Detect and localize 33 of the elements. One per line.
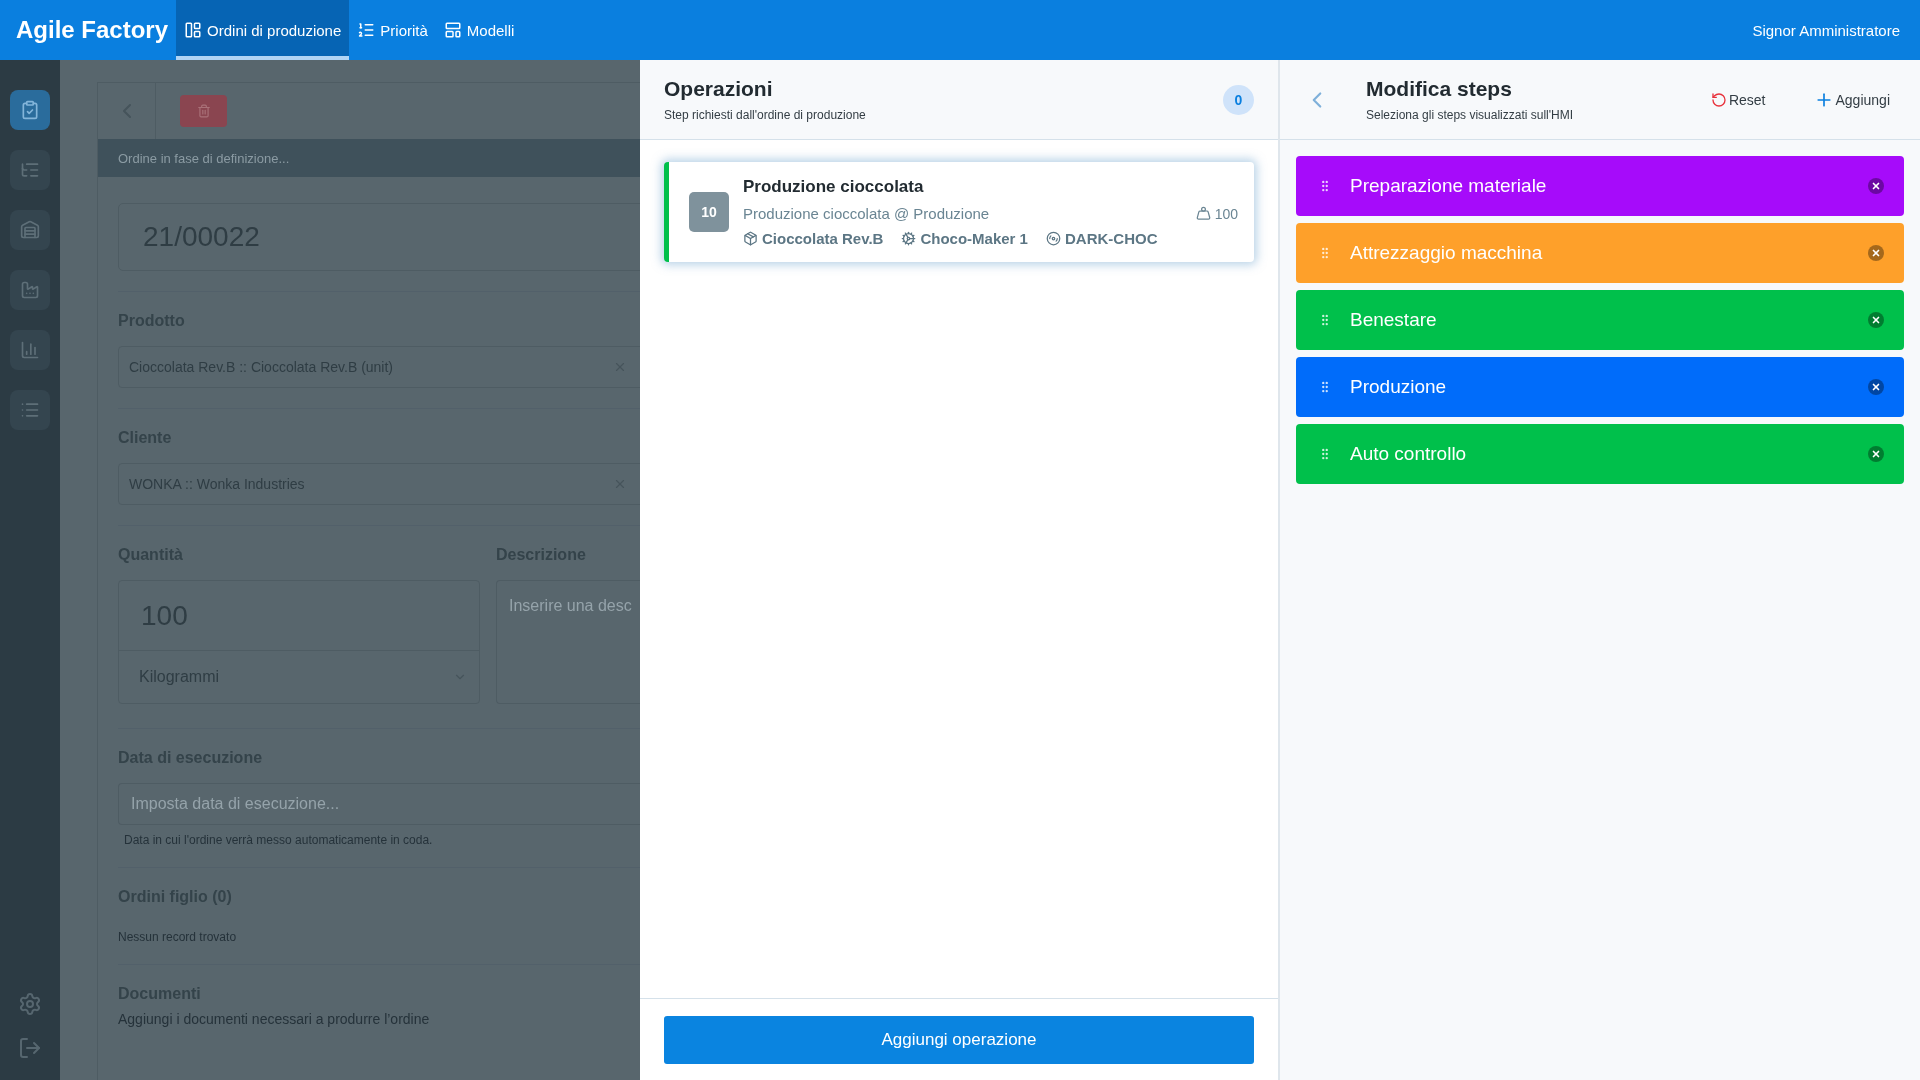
operation-title: Produzione cioccolata (743, 177, 925, 197)
app-brand: Agile Factory (15, 15, 170, 45)
step-item[interactable]: Auto controllo (1296, 424, 1904, 484)
step-label: Produzione (1350, 376, 1447, 398)
reset-button[interactable]: Reset (1704, 90, 1772, 109)
step-item[interactable]: Produzione (1296, 357, 1904, 417)
step-item[interactable]: Benestare (1296, 290, 1904, 350)
nav-tab[interactable]: Priorità (349, 0, 436, 60)
panel-title: Modifica steps (1366, 77, 1513, 101)
date-field[interactable]: Imposta data di esecuzione... (118, 783, 640, 825)
machine-name: Choco-Maker 1 (920, 230, 1028, 247)
operation-subtitle: Produzione cioccolata @ Produzione (743, 205, 990, 222)
step-label: Benestare (1350, 309, 1437, 331)
description-field[interactable]: Inserire una desc (496, 580, 640, 704)
step-number: 10 (689, 192, 729, 232)
product-name: Cioccolata Rev.B (762, 230, 884, 247)
operation-card[interactable]: 10 Produzione cioccolata Produzione cioccolata @ Produzione 100 Cioccolata Rev.B Choco-Maker 1 DARK-CHOC (664, 162, 1254, 262)
quantity-value: 100 (1214, 205, 1238, 222)
step-label: Auto controllo (1350, 443, 1467, 465)
panel-subtitle: Step richiesti dall'ordine di produzione (664, 108, 866, 122)
user-name[interactable]: Signor Amministratore (1752, 0, 1920, 60)
add-operation-button[interactable]: Aggiungi operazione (664, 1016, 1254, 1064)
add-step-button[interactable]: Aggiungi (1807, 88, 1896, 111)
panel-subtitle: Seleziona gli steps visualizzati sull'HMI (1366, 108, 1574, 122)
nav-tab[interactable]: Ordini di produzione (176, 0, 350, 60)
step-label: Preparazione materiale (1350, 175, 1547, 197)
panel-title: Operazioni (664, 77, 774, 101)
nav-tab[interactable]: Modelli (435, 0, 523, 60)
count-badge: 0 (1223, 84, 1254, 115)
recipe-code: DARK-CHOC (1064, 230, 1158, 247)
step-label: Attrezzaggio macchina (1350, 242, 1543, 264)
step-item[interactable]: Preparazione materiale (1296, 156, 1904, 216)
order-status: Ordine in fase di definizione... (118, 150, 290, 166)
